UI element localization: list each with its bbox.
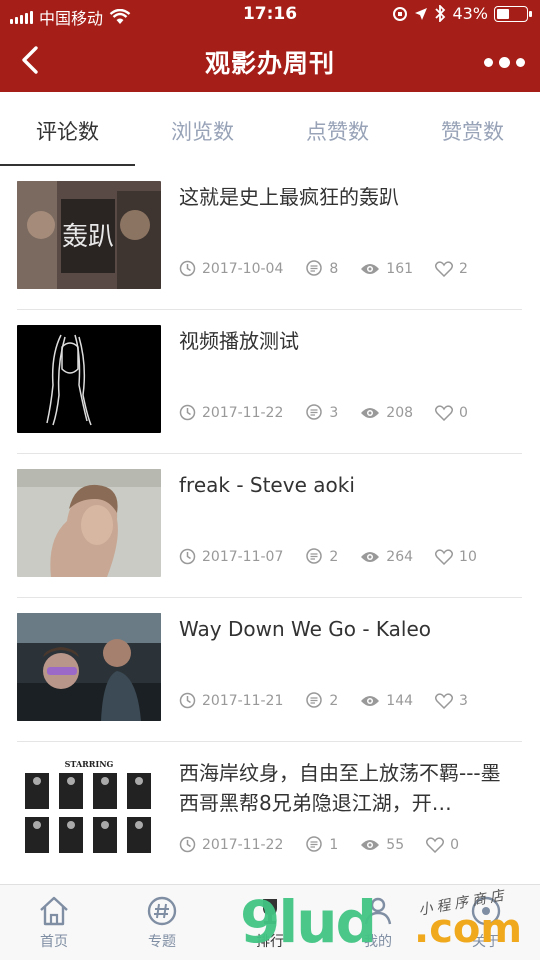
more-dot-icon (483, 57, 493, 67)
comment-icon (306, 404, 323, 420)
tabbar-topics[interactable]: 专题 (108, 885, 216, 960)
tabbar-label: 首页 (40, 934, 68, 950)
clock-icon (179, 404, 196, 421)
item-comments: 2 (329, 548, 339, 565)
status-bar: 中国移动 17:16 43% (0, 0, 540, 30)
more-button[interactable] (482, 48, 526, 76)
eye-icon (361, 551, 380, 562)
heart-icon (426, 836, 445, 853)
comment-icon (306, 836, 323, 852)
list-item[interactable]: STARRING 西海岸纹身，自由至上放荡不羁---墨西哥黑帮8兄弟隐退江湖，开… (0, 742, 540, 886)
clock-icon (179, 836, 196, 853)
item-views: 264 (386, 548, 414, 565)
sort-tabs: 评论数 浏览数 点赞数 赞赏数 (0, 92, 540, 166)
item-views: 144 (386, 692, 414, 709)
home-icon (40, 896, 68, 926)
item-meta: 2017-11-07 2 264 10 (179, 548, 499, 565)
top-band: 中国移动 17:16 43% 观影办周刊 (0, 0, 540, 92)
tab-rewards[interactable]: 赞赏数 (405, 92, 540, 166)
item-comments: 8 (329, 260, 339, 277)
eye-icon (361, 839, 380, 850)
item-views: 161 (386, 260, 414, 277)
clock-icon (179, 260, 196, 277)
item-comments: 2 (329, 692, 339, 709)
video-thumbnail (17, 613, 161, 721)
item-meta: 2017-11-22 1 55 0 (179, 836, 481, 853)
item-likes: 0 (459, 404, 468, 421)
item-likes: 10 (459, 548, 477, 565)
comment-icon (306, 692, 323, 708)
tabbar-label: 专题 (148, 934, 176, 950)
more-dot-icon (515, 57, 525, 67)
thumb-label: 轰趴 (62, 222, 114, 252)
clock-icon (179, 692, 196, 709)
heart-icon (435, 404, 454, 421)
watermark-logo: 9lud (240, 888, 377, 956)
list-item[interactable]: freak - Steve aoki 2017-11-07 2 264 10 (0, 454, 540, 598)
video-thumbnail (17, 325, 161, 433)
status-right: 43% (392, 4, 532, 23)
item-likes: 3 (459, 692, 468, 709)
item-comments: 1 (329, 836, 339, 853)
video-thumbnail (17, 469, 161, 577)
item-likes: 2 (459, 260, 468, 277)
battery-icon (494, 5, 532, 22)
bluetooth-icon (435, 5, 446, 22)
tab-comments[interactable]: 评论数 (0, 92, 135, 166)
tab-likes[interactable]: 点赞数 (270, 92, 405, 166)
eye-icon (361, 263, 380, 274)
battery-percent: 43% (452, 4, 488, 23)
item-date: 2017-10-04 (202, 260, 284, 277)
comment-icon (306, 548, 323, 564)
item-comments: 3 (329, 404, 339, 421)
item-meta: 2017-10-04 8 161 2 (179, 260, 490, 277)
heart-icon (435, 260, 454, 277)
eye-icon (361, 407, 380, 418)
comment-icon (306, 260, 323, 276)
video-thumbnail: STARRING (17, 757, 161, 865)
item-title: Way Down We Go - Kaleo (179, 617, 432, 641)
item-meta: 2017-11-22 3 208 0 (179, 404, 490, 421)
item-title: 西海岸纹身，自由至上放荡不羁---墨西哥黑帮8兄弟隐退江湖，开… (179, 761, 501, 815)
video-list: 轰趴 这就是史上最疯狂的轰趴 2017-10-04 8 161 2 视频播放测试… (0, 166, 540, 886)
item-views: 208 (386, 404, 414, 421)
item-title: 这就是史上最疯狂的轰趴 (179, 185, 399, 209)
tabbar-home[interactable]: 首页 (0, 885, 108, 960)
tab-views[interactable]: 浏览数 (135, 92, 270, 166)
eye-icon (361, 695, 380, 706)
list-item[interactable]: Way Down We Go - Kaleo 2017-11-21 2 144 … (0, 598, 540, 742)
thumb-label: STARRING (65, 759, 114, 769)
hashtag-icon (147, 896, 177, 926)
item-date: 2017-11-21 (202, 692, 284, 709)
list-item[interactable]: 视频播放测试 2017-11-22 3 208 0 (0, 310, 540, 454)
nav-bar: 观影办周刊 (0, 30, 540, 92)
location-icon (415, 7, 428, 20)
more-dot-icon (498, 56, 510, 68)
item-meta: 2017-11-21 2 144 3 (179, 692, 490, 709)
page-title: 观影办周刊 (204, 49, 335, 78)
heart-icon (435, 548, 454, 565)
item-date: 2017-11-07 (202, 548, 284, 565)
item-title: 视频播放测试 (179, 329, 299, 353)
item-views: 55 (386, 836, 405, 853)
heart-icon (435, 692, 454, 709)
item-date: 2017-11-22 (202, 836, 284, 853)
item-date: 2017-11-22 (202, 404, 284, 421)
video-thumbnail: 轰趴 (17, 181, 161, 289)
item-title: freak - Steve aoki (179, 473, 355, 497)
rotation-lock-icon (393, 6, 408, 21)
list-item[interactable]: 轰趴 这就是史上最疯狂的轰趴 2017-10-04 8 161 2 (0, 166, 540, 310)
clock-icon (179, 548, 196, 565)
item-likes: 0 (450, 836, 460, 853)
